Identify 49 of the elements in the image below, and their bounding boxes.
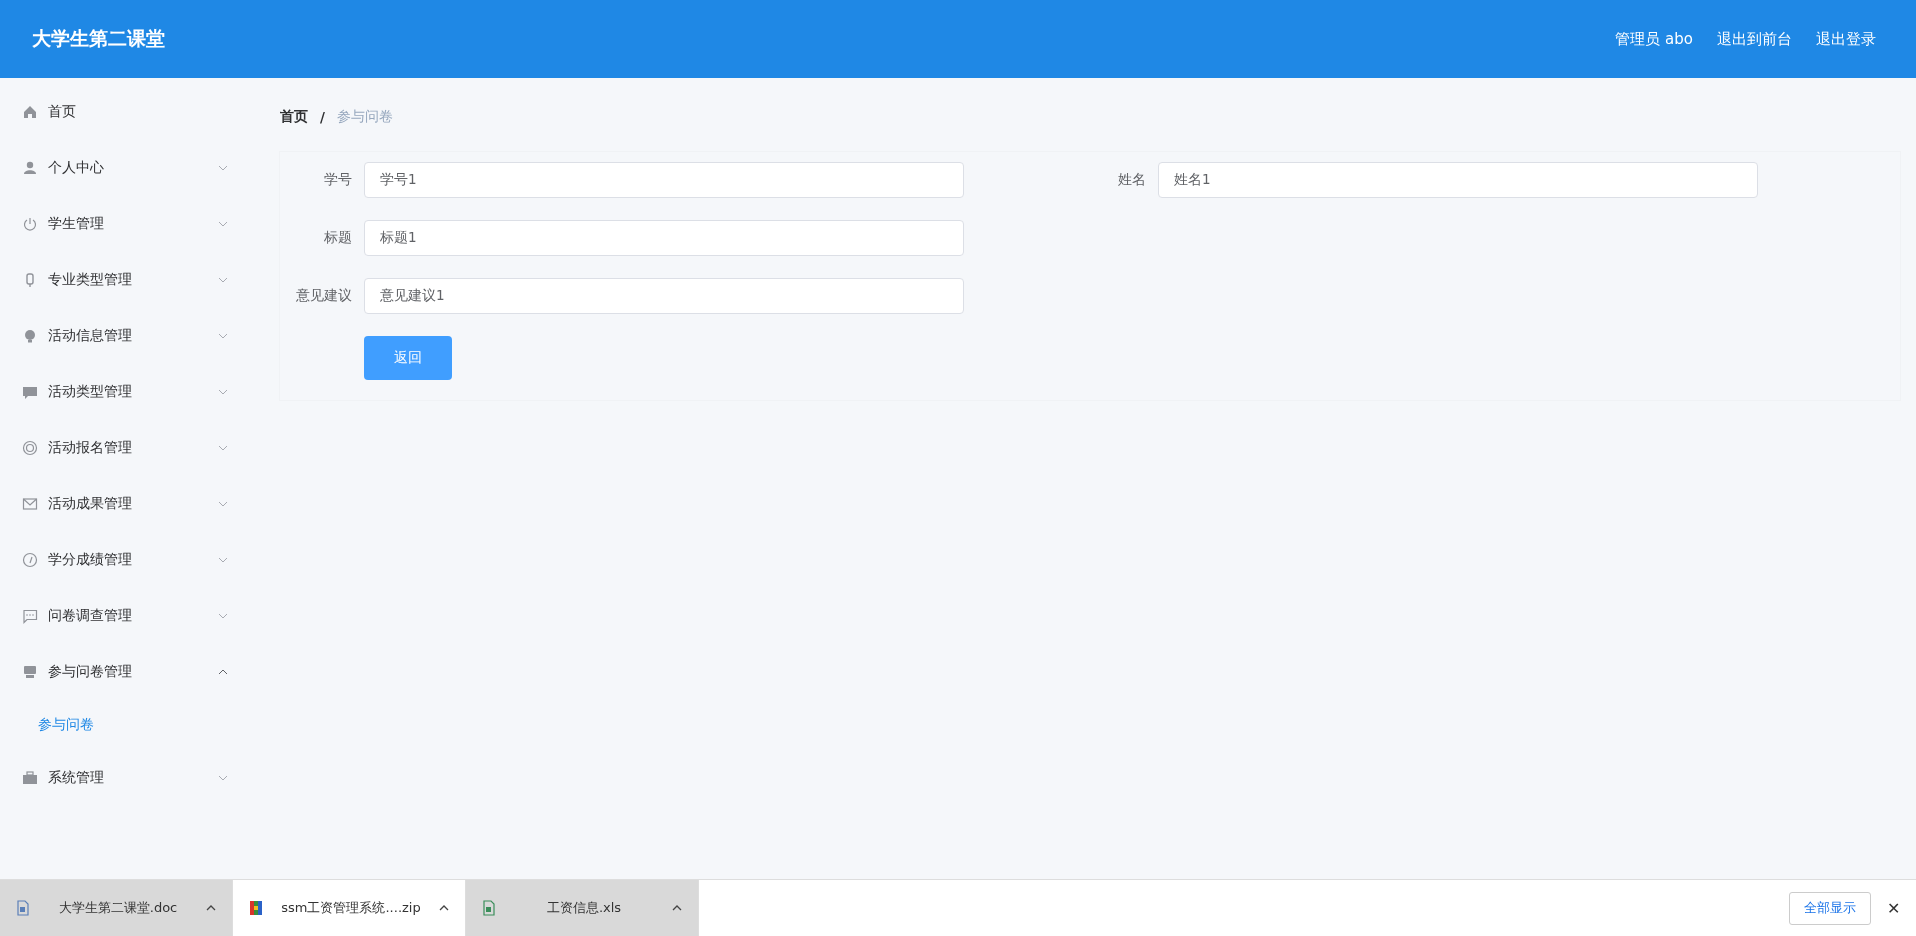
app-title: 大学生第二课堂 xyxy=(32,26,165,51)
sidebar-item[interactable]: 系统管理 xyxy=(0,750,250,806)
download-item[interactable]: 工资信息.xls xyxy=(466,880,699,936)
gauge-icon xyxy=(22,552,38,568)
sidebar-item[interactable]: 专业类型管理 xyxy=(0,252,250,308)
breadcrumb-item: 参与问卷 xyxy=(336,108,393,126)
caret-icon xyxy=(672,905,682,911)
sidebar-item[interactable]: 个人中心 xyxy=(0,140,250,196)
sidebar-item[interactable]: 学分成绩管理 xyxy=(0,532,250,588)
archive-file-icon xyxy=(249,900,263,916)
lightbulb-icon xyxy=(22,328,38,344)
input-field[interactable]: 标题1 xyxy=(364,220,964,256)
breadcrumb-item[interactable]: 首页 xyxy=(280,108,308,126)
sidebar-item[interactable]: 活动类型管理 xyxy=(0,364,250,420)
input-field[interactable]: 意见建议1 xyxy=(364,278,964,314)
sidebar-item[interactable]: 活动成果管理 xyxy=(0,476,250,532)
user-icon xyxy=(22,160,38,176)
header-link[interactable]: 退出登录 xyxy=(1816,29,1876,49)
home-icon xyxy=(22,104,38,120)
sidebar-item[interactable]: 活动报名管理 xyxy=(0,420,250,476)
caret-icon xyxy=(206,905,216,911)
document-file-icon xyxy=(482,900,496,916)
field-label: 意见建议 xyxy=(295,287,353,305)
input-field[interactable]: 姓名1 xyxy=(1158,162,1758,198)
briefcase-icon xyxy=(22,770,38,786)
download-item[interactable]: 大学生第二课堂.doc xyxy=(0,880,233,936)
sidebar-item[interactable]: 参与问卷管理 xyxy=(0,644,250,700)
sidebar-subitem[interactable]: 参与问卷 xyxy=(0,700,250,750)
header-link[interactable]: 退出到前台 xyxy=(1717,29,1792,49)
close-button[interactable]: ✕ xyxy=(1881,894,1906,922)
shop-icon xyxy=(22,664,38,680)
sidebar-item[interactable]: 学生管理 xyxy=(0,196,250,252)
envelope-icon xyxy=(22,496,38,512)
power-icon xyxy=(22,216,38,232)
breadcrumb-separator: / xyxy=(320,109,325,125)
field-label: 标题 xyxy=(323,229,353,247)
field-label: 姓名 xyxy=(1117,171,1147,189)
comment-icon xyxy=(22,608,38,624)
input-field[interactable]: 学号1 xyxy=(364,162,964,198)
show-all-button[interactable]: 全部显示 xyxy=(1789,891,1871,925)
sidebar-item[interactable]: 问卷调查管理 xyxy=(0,588,250,644)
header-link[interactable]: 管理员 abo xyxy=(1615,29,1693,49)
field-label: 学号 xyxy=(323,171,353,189)
chat-bubble-icon xyxy=(22,384,38,400)
caret-icon xyxy=(439,905,449,911)
document-file-icon xyxy=(16,900,30,916)
sidebar-item[interactable]: 活动信息管理 xyxy=(0,308,250,364)
sidebar-item[interactable]: 首页 xyxy=(0,84,250,140)
ring-icon xyxy=(22,440,38,456)
